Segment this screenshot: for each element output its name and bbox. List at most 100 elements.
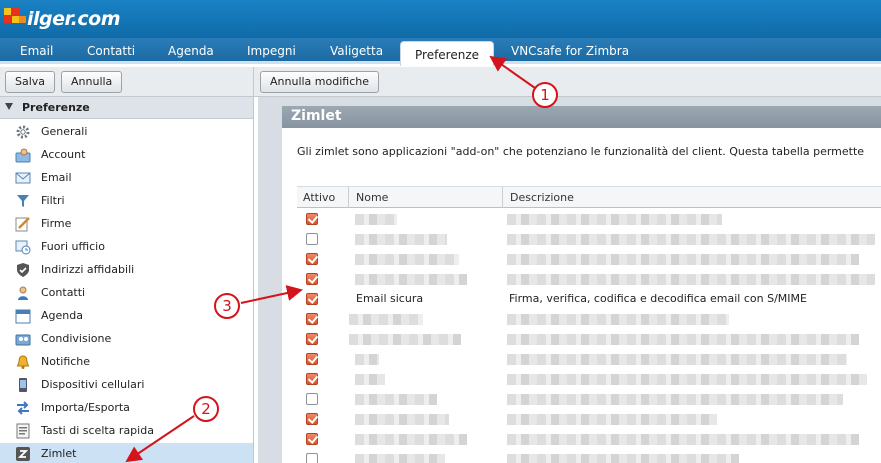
import-export-icon xyxy=(15,400,31,416)
table-row[interactable] xyxy=(297,349,881,369)
redacted-name xyxy=(355,414,449,425)
table-row[interactable] xyxy=(297,369,881,389)
sidebar-item-filtri[interactable]: Filtri xyxy=(0,190,253,213)
content-area: Zimlet Gli zimlet sono applicazioni "add… xyxy=(258,97,881,463)
active-checkbox[interactable] xyxy=(306,293,318,305)
table-row[interactable] xyxy=(297,429,881,449)
app-tab-bar: Email Contatti Agenda Impegni Valigetta … xyxy=(0,38,881,66)
calendar-icon xyxy=(15,308,31,324)
table-row[interactable] xyxy=(297,329,881,349)
redacted-name xyxy=(355,454,445,463)
sidebar-header[interactable]: Preferenze xyxy=(0,97,253,119)
sidebar-item-firme[interactable]: Firme xyxy=(0,213,253,236)
table-row[interactable] xyxy=(297,209,881,229)
sidebar-item-label: Tasti di scelta rapida xyxy=(41,424,154,437)
tab-email[interactable]: Email xyxy=(20,43,53,64)
sidebar-item-indirizzi-affidabili[interactable]: Indirizzi affidabili xyxy=(0,259,253,282)
tab-agenda[interactable]: Agenda xyxy=(168,43,214,64)
active-checkbox[interactable] xyxy=(306,253,318,265)
redacted-name xyxy=(355,254,459,265)
sidebar-item-dispositivi-cellulari[interactable]: Dispositivi cellulari xyxy=(0,374,253,397)
table-row[interactable]: Email sicura Firma, verifica, codifica e… xyxy=(297,289,881,309)
active-checkbox[interactable] xyxy=(306,413,318,425)
redacted-name xyxy=(349,334,461,345)
tab-vncsafe[interactable]: VNCsafe for Zimbra xyxy=(511,43,629,64)
active-checkbox[interactable] xyxy=(306,353,318,365)
table-row[interactable] xyxy=(297,269,881,289)
sidebar-item-fuori-ufficio[interactable]: Fuori ufficio xyxy=(0,236,253,259)
active-checkbox[interactable] xyxy=(306,313,318,325)
active-checkbox[interactable] xyxy=(306,433,318,445)
callout-2: 2 xyxy=(193,396,219,422)
shield-icon xyxy=(15,262,31,278)
sidebar-item-email[interactable]: Email xyxy=(0,167,253,190)
redacted-description xyxy=(507,434,859,445)
save-button[interactable]: Salva xyxy=(5,71,56,93)
redacted-description xyxy=(507,234,875,245)
zimlet-name: Email sicura xyxy=(356,292,424,305)
redacted-description xyxy=(507,454,739,463)
table-row[interactable] xyxy=(297,449,881,463)
column-header-description[interactable]: Descrizione xyxy=(510,191,574,204)
account-icon xyxy=(15,147,31,163)
callout-3: 3 xyxy=(214,293,240,319)
collapse-triangle-icon[interactable] xyxy=(5,103,13,110)
cancel-button[interactable]: Annulla xyxy=(61,71,123,93)
page-title: Zimlet xyxy=(282,106,881,128)
active-checkbox[interactable] xyxy=(306,333,318,345)
sidebar-item-label: Condivisione xyxy=(41,332,112,345)
redacted-description xyxy=(507,354,847,365)
sidebar-item-zimlet[interactable]: Zimlet xyxy=(0,443,253,463)
logo[interactable]: ilger.com xyxy=(4,6,121,32)
tab-impegni[interactable]: Impegni xyxy=(247,43,296,64)
active-checkbox[interactable] xyxy=(306,233,318,245)
sidebar-header-label: Preferenze xyxy=(22,101,90,114)
undo-changes-button[interactable]: Annulla modifiche xyxy=(260,71,379,93)
redacted-name xyxy=(355,274,467,285)
column-header-active[interactable]: Attivo xyxy=(303,191,335,204)
zimlet-description: Gli zimlet sono applicazioni "add-on" ch… xyxy=(297,145,865,158)
sidebar-item-notifiche[interactable]: Notifiche xyxy=(0,351,253,374)
tab-contatti[interactable]: Contatti xyxy=(87,43,135,64)
sidebar-item-generali[interactable]: Generali xyxy=(0,121,253,144)
sidebar-item-label: Contatti xyxy=(41,286,86,299)
sidebar-item-account[interactable]: Account xyxy=(0,144,253,167)
active-checkbox[interactable] xyxy=(306,393,318,405)
column-separator[interactable] xyxy=(502,187,503,208)
table-row[interactable] xyxy=(297,309,881,329)
active-checkbox[interactable] xyxy=(306,273,318,285)
active-checkbox[interactable] xyxy=(306,453,318,463)
column-separator[interactable] xyxy=(348,187,349,208)
table-header: Attivo Nome Descrizione xyxy=(297,186,881,208)
filter-icon xyxy=(15,193,31,209)
redacted-description xyxy=(507,414,717,425)
table-row[interactable] xyxy=(297,389,881,409)
signature-icon xyxy=(15,216,31,232)
redacted-name xyxy=(355,434,467,445)
tab-preferenze[interactable]: Preferenze xyxy=(400,41,495,66)
sidebar-item-label: Zimlet xyxy=(41,447,77,460)
table-row[interactable] xyxy=(297,409,881,429)
sidebar-item-condivisione[interactable]: Condivisione xyxy=(0,328,253,351)
toolbar-divider xyxy=(253,67,254,97)
redacted-name xyxy=(355,214,397,225)
sidebar-item-label: Indirizzi affidabili xyxy=(41,263,135,276)
redacted-description xyxy=(507,394,843,405)
redacted-description xyxy=(507,254,859,265)
redacted-description xyxy=(507,334,859,345)
active-checkbox[interactable] xyxy=(306,373,318,385)
active-checkbox[interactable] xyxy=(306,213,318,225)
column-header-name[interactable]: Nome xyxy=(356,191,388,204)
redacted-description xyxy=(507,374,867,385)
table-row[interactable] xyxy=(297,249,881,269)
sidebar-item-tasti-di-scelta-rapida[interactable]: Tasti di scelta rapida xyxy=(0,420,253,443)
zimlet-icon xyxy=(15,446,31,462)
table-row[interactable] xyxy=(297,229,881,249)
gear-icon xyxy=(15,124,31,140)
tab-valigetta[interactable]: Valigetta xyxy=(330,43,383,64)
zimlet-panel: Zimlet Gli zimlet sono applicazioni "add… xyxy=(282,106,881,463)
sidebar-item-label: Firme xyxy=(41,217,72,230)
logo-icon xyxy=(4,8,26,30)
redacted-name xyxy=(355,374,385,385)
toolbar: Salva Annulla Annulla modifiche xyxy=(0,67,881,97)
